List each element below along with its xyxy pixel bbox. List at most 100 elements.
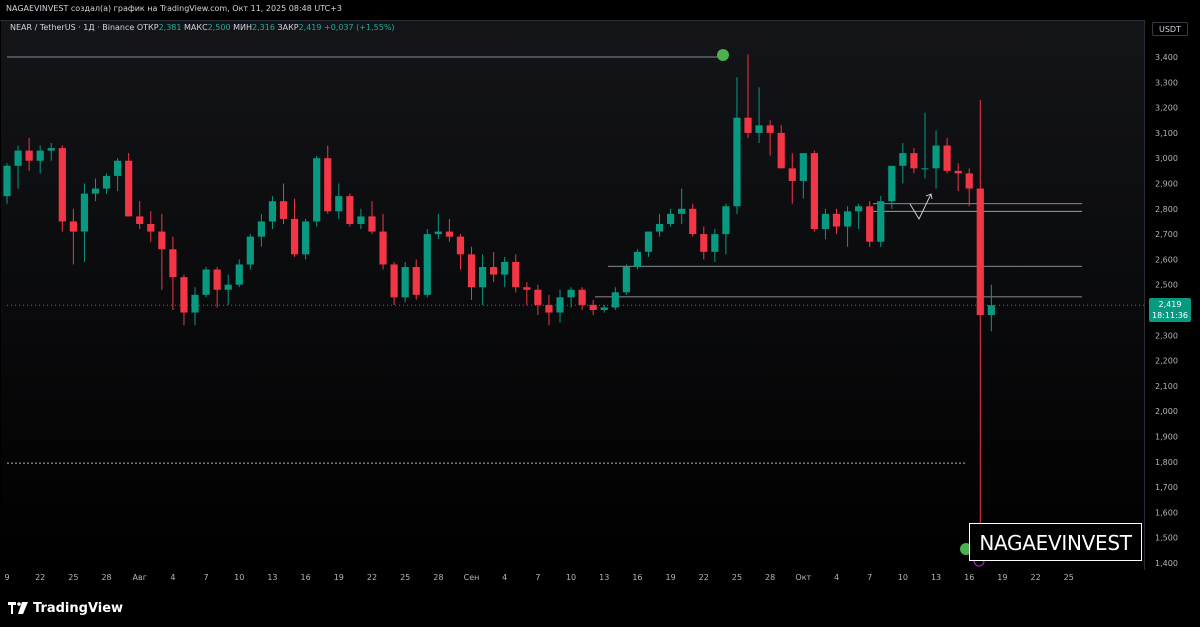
price-tick-label: 1,600 [1155, 508, 1178, 517]
candle-body [899, 153, 907, 166]
candle-body [788, 168, 796, 181]
price-tick-label: 2,500 [1155, 281, 1178, 290]
candle-body [147, 223, 155, 232]
time-tick-label: 4 [502, 573, 507, 582]
candle-body [80, 193, 89, 232]
candle-body [213, 269, 221, 290]
candle-body [91, 188, 100, 194]
price-tick-label: 1,700 [1155, 483, 1178, 492]
time-tick-label: 25 [400, 573, 410, 582]
time-tick-label: 28 [101, 573, 111, 582]
candle-body [600, 307, 608, 310]
candle-body [843, 211, 852, 227]
candle-body [733, 117, 741, 207]
low-label: МИН [233, 23, 253, 32]
candle-body [368, 216, 376, 232]
candle-body [191, 294, 199, 313]
candle-body [744, 117, 752, 133]
candle-body [954, 170, 962, 174]
candle-body [689, 208, 697, 235]
time-tick-label: 22 [1030, 573, 1040, 582]
candle-body [456, 236, 465, 255]
candle-body [467, 254, 476, 288]
candle-body [821, 213, 830, 230]
candle-body [390, 264, 398, 298]
candle-body [501, 261, 509, 275]
high-label: МАКС [184, 23, 208, 32]
candle-body [412, 266, 420, 295]
candle-body [556, 297, 564, 313]
time-tick-label: 16 [964, 573, 974, 582]
candle-body [36, 150, 44, 161]
candle-body [921, 168, 929, 170]
candle-body [755, 125, 763, 133]
candle-body [169, 249, 177, 278]
close-value: 2,419 [298, 23, 322, 32]
swing-high-marker [717, 49, 729, 61]
candle-body [158, 231, 166, 250]
candle-body [202, 269, 210, 295]
candle-body [545, 304, 553, 313]
candle-body [655, 223, 664, 232]
candle-body [578, 289, 586, 305]
candle-body [279, 201, 288, 219]
candle-body [700, 234, 708, 252]
symbol-legend: NEAR / TetherUS · 1Д · Binance ОТКР2,381… [10, 23, 395, 32]
time-tick-label: 7 [867, 573, 872, 582]
candle-body [832, 213, 841, 227]
candle-body [799, 153, 807, 181]
candle-body [644, 231, 653, 252]
currency-button[interactable]: USDT [1152, 22, 1188, 36]
price-tick-label: 2,000 [1155, 407, 1178, 416]
time-tick-label: 25 [732, 573, 742, 582]
open-label: ОТКР [136, 23, 159, 32]
candle-body [58, 148, 66, 222]
candle-body [976, 188, 984, 316]
candle-body [302, 221, 310, 255]
candle-body [324, 158, 332, 212]
price-tick-label: 1,400 [1155, 559, 1178, 568]
price-tick-label: 2,200 [1155, 357, 1178, 366]
candle-body [589, 304, 597, 310]
candle-body [102, 175, 111, 189]
time-tick-label: 16 [632, 573, 642, 582]
candle-body [313, 158, 321, 222]
candle-body [943, 145, 951, 171]
candle-body [766, 125, 774, 133]
time-tick-label: 16 [301, 573, 311, 582]
time-axis: 9 22 25 28 Авг 4 7 10 13 16 19 22 25 28 Сен 4 7 10 13 16 19 2… [4, 573, 1073, 582]
price-tick-label: 1,900 [1155, 433, 1178, 442]
time-tick-label: 10 [898, 573, 908, 582]
price-tick-label: 3,400 [1155, 53, 1178, 62]
candle-body [866, 206, 874, 242]
price-tick-label: 3,000 [1155, 154, 1178, 163]
time-tick-label: 13 [267, 573, 277, 582]
brand-name: TradingView [33, 600, 124, 616]
time-tick-label: Авг [133, 573, 147, 582]
time-tick-label: Сен [464, 573, 480, 582]
time-tick-label: Окт [795, 573, 811, 582]
candle-body [268, 201, 277, 222]
time-tick-label: 4 [834, 573, 839, 582]
candle-body [667, 213, 675, 224]
candle-body [25, 150, 33, 161]
candle-body [987, 305, 995, 316]
price-tick-label: 2,600 [1155, 255, 1178, 264]
high-value: 2,500 [207, 23, 231, 32]
time-tick-label: 4 [170, 573, 175, 582]
candle-body [445, 231, 453, 237]
candle-body [855, 206, 863, 212]
time-tick-label: 10 [234, 573, 244, 582]
candle-body [335, 196, 343, 212]
time-tick-label: 19 [666, 573, 676, 582]
candle-body [490, 266, 498, 275]
price-tick-label: 3,300 [1155, 78, 1178, 87]
time-tick-label: 25 [68, 573, 78, 582]
last-price-value: 2,419 [1158, 300, 1182, 309]
time-tick-label: 22 [699, 573, 709, 582]
change-value: +0,037 (+1,55%) [324, 23, 395, 32]
close-label: ЗАКР [277, 23, 299, 32]
candle-body [14, 150, 22, 166]
price-tick-label: 2,900 [1155, 180, 1178, 189]
candle-body [401, 266, 409, 298]
